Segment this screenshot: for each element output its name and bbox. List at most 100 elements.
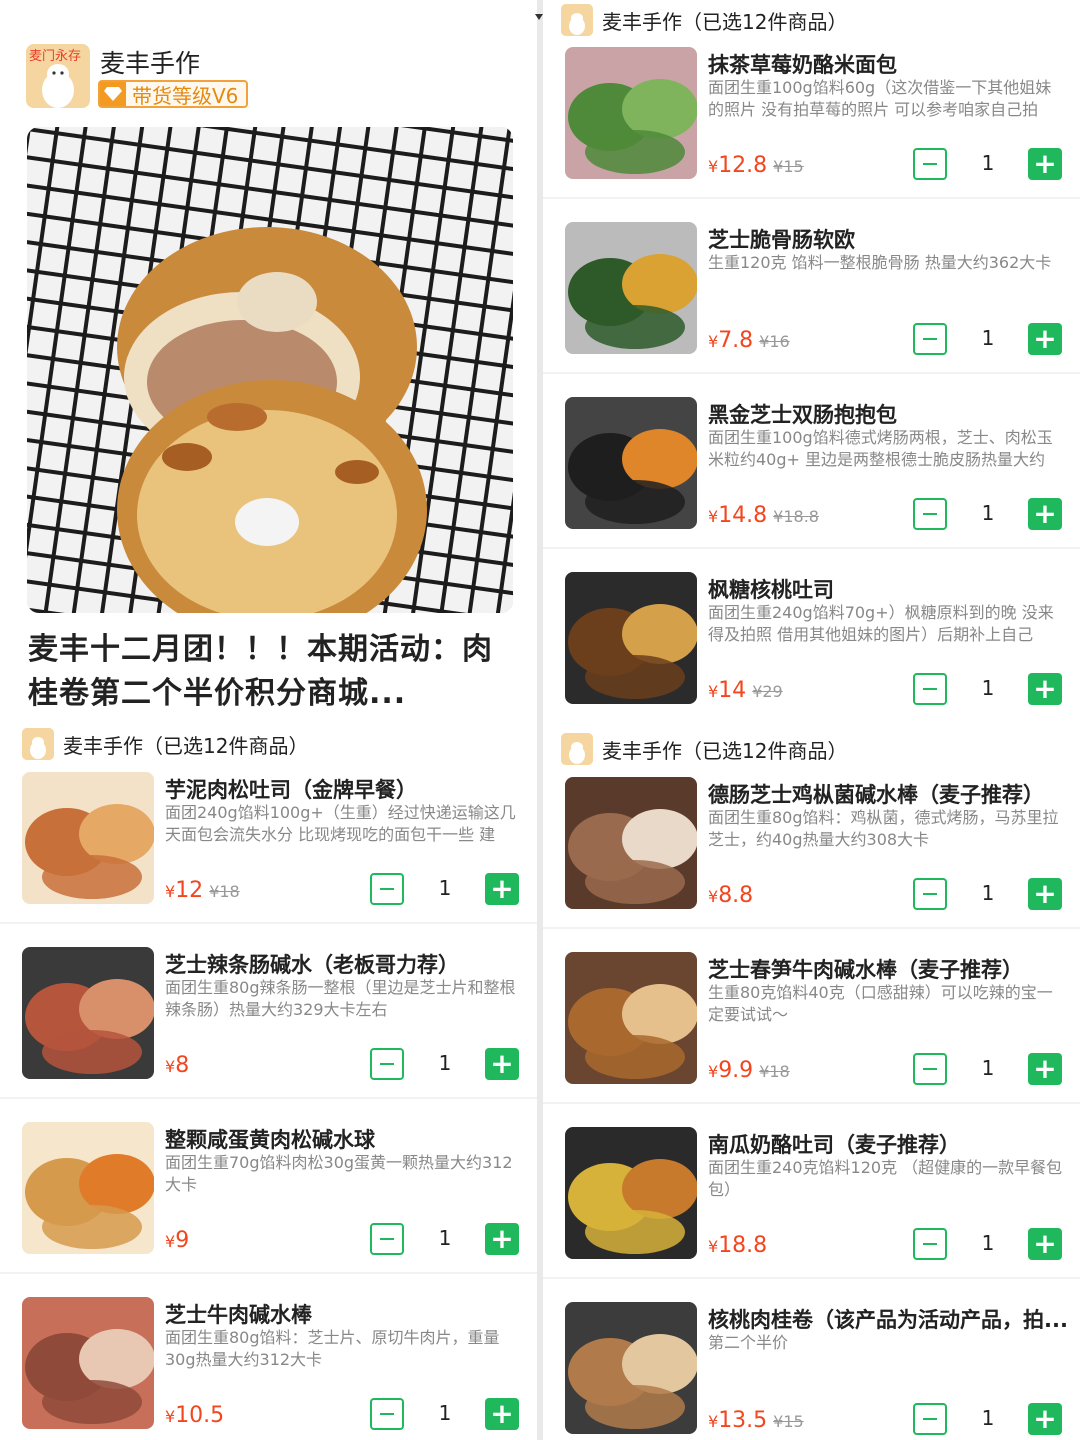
increase-quantity-button[interactable]: + xyxy=(1028,1228,1062,1260)
increase-quantity-button[interactable]: + xyxy=(1028,148,1062,180)
group-header[interactable]: 麦丰手作（已选12件商品） xyxy=(561,3,847,37)
price-value: 9.9 xyxy=(718,1058,754,1083)
product-name[interactable]: 整颗咸蛋黄肉松碱水球 xyxy=(165,1124,525,1154)
decrease-quantity-button[interactable] xyxy=(913,498,947,530)
currency-symbol: ¥ xyxy=(165,1057,176,1076)
product-thumbnail[interactable] xyxy=(565,1302,697,1434)
minus-icon xyxy=(380,1413,394,1415)
currency-symbol: ¥ xyxy=(708,332,719,351)
price-value: 10.5 xyxy=(175,1403,225,1428)
product-thumbnail[interactable] xyxy=(565,777,697,909)
decrease-quantity-button[interactable] xyxy=(913,148,947,180)
product-item[interactable]: 芝士脆骨肠软欧 生重120克 馅料一整根脆骨肠 热量大约362大卡 ¥7.8 ¥1… xyxy=(543,222,1080,397)
product-item[interactable]: 枫糖核桃吐司 面团生重240g馅料70g+）枫糖原料到的晚 没来得及拍照 借用其… xyxy=(543,572,1080,747)
product-item[interactable]: 芝士牛肉碱水棒 面团生重80g馅料：芝士片、原切牛肉片，重量30g热量大约312… xyxy=(0,1297,537,1440)
product-item[interactable]: 芝士春笋牛肉碱水棒（麦子推荐） 生重80克馅料40克（口感甜辣）可以吃辣的宝一定… xyxy=(543,952,1080,1127)
product-thumbnail[interactable] xyxy=(22,1297,154,1429)
increase-quantity-button[interactable]: + xyxy=(1028,323,1062,355)
product-name[interactable]: 芋泥肉松吐司（金牌早餐） xyxy=(165,774,525,804)
price-value: 12.8 xyxy=(718,153,768,178)
product-name[interactable]: 黑金芝士双肠抱抱包 xyxy=(708,399,1068,429)
increase-quantity-button[interactable]: + xyxy=(1028,1403,1062,1435)
product-name[interactable]: 芝士牛肉碱水棒 xyxy=(165,1299,525,1329)
quantity-value: 1 xyxy=(981,1231,995,1255)
increase-quantity-button[interactable]: + xyxy=(1028,878,1062,910)
product-item[interactable]: 核桃肉桂卷（该产品为活动产品，拍... 第二个半价 ¥13.5 ¥15 1 + xyxy=(543,1302,1080,1440)
increase-quantity-button[interactable]: + xyxy=(1028,1053,1062,1085)
original-price: ¥16 xyxy=(759,332,790,351)
decrease-quantity-button[interactable] xyxy=(913,1053,947,1085)
decrease-quantity-button[interactable] xyxy=(913,1228,947,1260)
group-header[interactable]: 麦丰手作（已选12件商品） xyxy=(561,732,847,766)
decrease-quantity-button[interactable] xyxy=(913,1403,947,1435)
decrease-quantity-button[interactable] xyxy=(370,873,404,905)
product-name[interactable]: 抹茶草莓奶酪米面包 xyxy=(708,49,1068,79)
product-name[interactable]: 南瓜奶酪吐司（麦子推荐） xyxy=(708,1129,1068,1159)
level-text: 带货等级V6 xyxy=(132,83,239,108)
group-header[interactable]: 麦丰手作（已选12件商品） xyxy=(22,727,308,761)
product-item[interactable]: 芝士辣条肠碱水（老板哥力荐） 面团生重80g辣条肠一整根（里边是芝士片和整根辣条… xyxy=(0,947,537,1122)
currency-symbol: ¥ xyxy=(708,507,719,526)
product-name[interactable]: 核桃肉桂卷（该产品为活动产品，拍... xyxy=(708,1304,1068,1334)
product-item[interactable]: 整颗咸蛋黄肉松碱水球 面团生重70g馅料肉松30g蛋黄一颗热量大约312大卡 ¥… xyxy=(0,1122,537,1297)
decrease-quantity-button[interactable] xyxy=(370,1223,404,1255)
product-name[interactable]: 芝士辣条肠碱水（老板哥力荐） xyxy=(165,949,525,979)
currency-symbol: ¥ xyxy=(165,882,176,901)
product-thumbnail[interactable] xyxy=(565,397,697,529)
product-name[interactable]: 芝士春笋牛肉碱水棒（麦子推荐） xyxy=(708,954,1068,984)
minus-icon xyxy=(923,688,937,690)
decrease-quantity-button[interactable] xyxy=(913,673,947,705)
quantity-value: 1 xyxy=(981,326,995,350)
decrease-quantity-button[interactable] xyxy=(913,878,947,910)
product-description: 面团生重100g馅料60g（这次借鉴一下其他姐妹的照片 没有拍草莓的照片 可以参… xyxy=(708,78,1052,119)
minus-icon xyxy=(380,1238,394,1240)
increase-quantity-button[interactable]: + xyxy=(1028,498,1062,530)
product-item[interactable]: 南瓜奶酪吐司（麦子推荐） 面团生重240克馅料120克 （超健康的一款早餐包包）… xyxy=(543,1127,1080,1302)
product-name[interactable]: 芝士脆骨肠软欧 xyxy=(708,224,1068,254)
product-item[interactable]: 德肠芝士鸡枞菌碱水棒（麦子推荐） 面团生重80g馅料：鸡枞菌，德式烤肠，马苏里拉… xyxy=(543,777,1080,952)
decrease-quantity-button[interactable] xyxy=(370,1398,404,1430)
decrease-quantity-button[interactable] xyxy=(370,1048,404,1080)
decrease-quantity-button[interactable] xyxy=(913,323,947,355)
product-thumbnail[interactable] xyxy=(22,947,154,1079)
increase-quantity-button[interactable]: + xyxy=(485,873,519,905)
item-divider xyxy=(543,1102,1080,1104)
product-description: 面团生重70g馅料肉松30g蛋黄一颗热量大约312大卡 xyxy=(165,1153,513,1194)
product-thumbnail[interactable] xyxy=(22,1122,154,1254)
increase-quantity-button[interactable]: + xyxy=(485,1223,519,1255)
product-price: ¥14.8 ¥18.8 xyxy=(708,503,819,528)
post-title[interactable]: 麦丰十二月团！！！本期活动：肉桂卷第二个半价积分商城... xyxy=(28,628,508,716)
item-divider xyxy=(543,547,1080,549)
product-thumbnail[interactable] xyxy=(565,952,697,1084)
product-thumbnail[interactable] xyxy=(22,772,154,904)
store-small-avatar xyxy=(22,728,54,760)
store-name[interactable]: 麦丰手作 xyxy=(100,44,200,80)
increase-quantity-button[interactable]: + xyxy=(485,1398,519,1430)
product-name[interactable]: 枫糖核桃吐司 xyxy=(708,574,1068,604)
currency-symbol: ¥ xyxy=(708,682,719,701)
increase-quantity-button[interactable]: + xyxy=(485,1048,519,1080)
post-hero-image[interactable] xyxy=(27,127,513,613)
product-item[interactable]: 黑金芝士双肠抱抱包 面团生重100g馅料德式烤肠两根，芝士、肉松玉米粒约40g+… xyxy=(543,397,1080,572)
product-thumbnail[interactable] xyxy=(565,1127,697,1259)
product-thumbnail[interactable] xyxy=(565,222,697,354)
product-description: 生重80克馅料40克（口感甜辣）可以吃辣的宝一定要试试～ xyxy=(708,983,1053,1024)
product-name[interactable]: 德肠芝士鸡枞菌碱水棒（麦子推荐） xyxy=(708,779,1068,809)
product-description: 面团生重100g馅料德式烤肠两根，芝士、肉松玉米粒约40g+ 里边是两整根德士脆… xyxy=(708,428,1053,469)
product-item[interactable]: 芋泥肉松吐司（金牌早餐） 面团240g馅料100g+（生重）经过快递运输这几天面… xyxy=(0,772,537,947)
product-price: ¥9 xyxy=(165,1228,189,1253)
minus-icon xyxy=(923,338,937,340)
store-avatar[interactable]: 麦门永存 xyxy=(26,44,90,108)
right-panel: 麦丰手作（已选12件商品） 抹茶草莓奶酪米面包 面团生重100g馅料60g（这次… xyxy=(543,0,1080,1440)
original-price: ¥15 xyxy=(773,1412,804,1431)
product-thumbnail[interactable] xyxy=(565,47,697,179)
original-price: ¥18.8 xyxy=(773,507,819,526)
item-divider xyxy=(543,372,1080,374)
product-thumbnail[interactable] xyxy=(565,572,697,704)
product-price: ¥14 ¥29 xyxy=(708,678,783,703)
plus-icon: + xyxy=(490,1397,514,1430)
increase-quantity-button[interactable]: + xyxy=(1028,673,1062,705)
diamond-icon xyxy=(100,82,126,106)
plus-icon: + xyxy=(1033,672,1057,705)
product-item[interactable]: 抹茶草莓奶酪米面包 面团生重100g馅料60g（这次借鉴一下其他姐妹的照片 没有… xyxy=(543,47,1080,222)
